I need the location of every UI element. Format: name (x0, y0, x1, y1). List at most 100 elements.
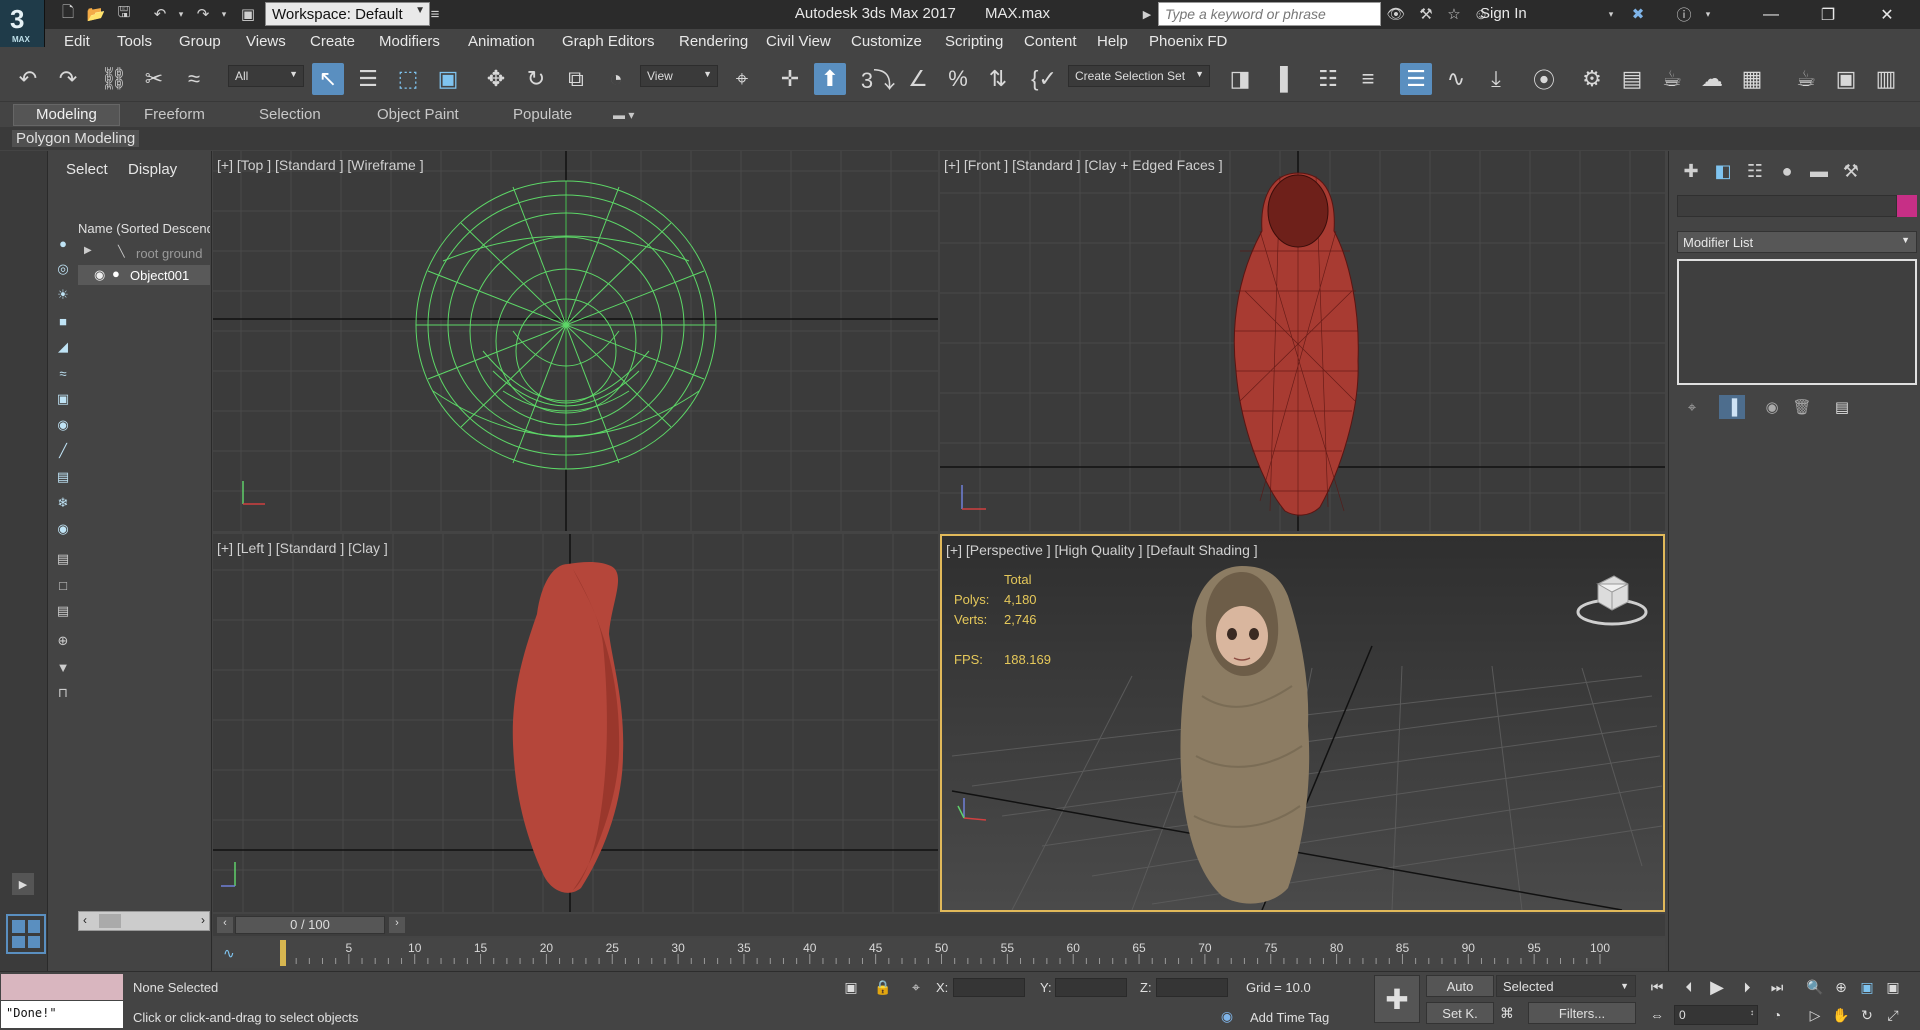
snaps-toggle-icon[interactable]: 3⤵ (861, 63, 895, 95)
next-key-icon[interactable]: ⏵ (1736, 976, 1758, 998)
menu-group[interactable]: Group (179, 33, 221, 50)
modify-tab-icon[interactable]: ◧ (1707, 157, 1739, 185)
help-dropdown-icon[interactable]: ▾ (1697, 3, 1719, 25)
menu-tools[interactable]: Tools (117, 33, 152, 50)
tab-object-paint[interactable]: Object Paint (377, 106, 459, 123)
spinner-snap-icon[interactable]: ⇅ (982, 63, 1014, 95)
schematic-view-icon[interactable]: ⤓ (1480, 63, 1512, 95)
menu-civil-view[interactable]: Civil View (766, 33, 831, 50)
current-frame-field[interactable]: 0 ↕ (1674, 1005, 1758, 1025)
restore-icon[interactable]: ❐ (1805, 0, 1851, 29)
redo-icon[interactable]: ↷ (52, 63, 84, 95)
a360-gallery-icon[interactable]: ▦ (1736, 63, 1768, 95)
render-window-icon[interactable]: ▣ (1830, 63, 1862, 95)
explorer-tab-display[interactable]: Display (128, 161, 177, 178)
render-setup-icon[interactable]: ⚙ (1576, 63, 1608, 95)
set-key-icon[interactable]: ✚ (1374, 975, 1420, 1023)
expand-infocenter-icon[interactable]: ▶ (1136, 3, 1158, 25)
modifier-stack[interactable] (1677, 259, 1917, 385)
window-crossing-icon[interactable]: ▣ (432, 63, 464, 95)
tab-selection[interactable]: Selection (259, 106, 321, 123)
undo-icon[interactable]: ↶ (12, 63, 44, 95)
key-filter-select[interactable]: Selected ▼ (1496, 975, 1636, 997)
viewcube-icon[interactable] (1572, 570, 1652, 634)
bind-space-warp-icon[interactable]: ≈ (178, 63, 210, 95)
containers-filter-icon[interactable]: ▤ (53, 467, 73, 487)
go-to-start-icon[interactable]: ⏮ (1646, 976, 1668, 998)
select-by-name-icon[interactable]: ☰ (352, 63, 384, 95)
space-warps-filter-icon[interactable]: ≈ (53, 363, 73, 383)
cameras-filter-icon[interactable]: ■ (53, 311, 73, 331)
current-frame-marker[interactable] (280, 940, 286, 966)
auto-key-button[interactable]: Auto (1426, 975, 1494, 997)
xrefs-filter-icon[interactable]: ◉ (53, 415, 73, 435)
zoom-icon[interactable]: 🔍 (1804, 976, 1826, 998)
time-slider-thumb[interactable]: 0 / 100 (235, 916, 385, 934)
motion-tab-icon[interactable]: ● (1771, 157, 1803, 185)
pivot-point-center-icon[interactable]: ⌖ (726, 63, 758, 95)
previous-frame-arrow-icon[interactable]: ‹ (217, 917, 233, 933)
object-name-field[interactable] (1677, 195, 1897, 217)
subscription-icon[interactable]: ⚒ (1415, 3, 1437, 25)
hierarchy-icon[interactable]: ⊓ (53, 683, 73, 703)
menu-views[interactable]: Views (246, 33, 286, 50)
filter-funnel-icon[interactable]: ▼ (53, 657, 73, 677)
scroll-right-icon[interactable]: › (201, 913, 205, 927)
menu-rendering[interactable]: Rendering (679, 33, 748, 50)
menu-content[interactable]: Content (1024, 33, 1077, 50)
display-none-icon[interactable]: □ (53, 575, 73, 595)
next-frame-arrow-icon[interactable]: › (389, 917, 405, 933)
show-end-result-icon[interactable]: ▐ (1719, 395, 1745, 419)
maximize-viewport-icon[interactable]: ⤢ (1882, 1004, 1904, 1026)
spinner-icon[interactable]: ↕ (1750, 1008, 1754, 1017)
render-production-icon[interactable]: ☕ (1656, 63, 1688, 95)
viewport-top[interactable]: [+] [Top ] [Standard ] [Wireframe ] (213, 151, 938, 531)
menu-scripting[interactable]: Scripting (945, 33, 1003, 50)
named-selection-set-select[interactable]: Create Selection Set ▼ (1068, 65, 1210, 87)
set-key-button[interactable]: Set K. (1426, 1002, 1494, 1024)
display-all-icon[interactable]: ▤ (53, 549, 73, 569)
viewport-perspective[interactable]: [+] [Perspective ] [High Quality ] [Defa… (940, 534, 1665, 912)
viewport-label-left[interactable]: [+] [Left ] [Standard ] [Clay ] (217, 540, 388, 556)
absolute-mode-transform-icon[interactable]: ⌖ (905, 976, 927, 998)
utilities-tab-icon[interactable]: ⚒ (1835, 157, 1867, 185)
select-and-move-icon[interactable]: ✥ (480, 63, 512, 95)
align-icon[interactable]: ▐ (1264, 63, 1296, 95)
material-editor-icon[interactable]: ⦿ (1528, 63, 1560, 95)
select-and-place-icon[interactable]: ◔ (600, 63, 632, 95)
go-to-end-icon[interactable]: ⏭ (1766, 976, 1788, 998)
remove-modifier-icon[interactable]: 🗑 (1789, 395, 1815, 419)
viewport-layout-icon[interactable] (6, 914, 46, 954)
object-color-swatch[interactable] (1897, 195, 1917, 217)
edit-named-selection-icon[interactable]: {✓ (1028, 63, 1060, 95)
menu-edit[interactable]: Edit (64, 33, 90, 50)
zoom-extents-all-icon[interactable]: ▣ (1882, 976, 1904, 998)
manipulate-icon[interactable]: ✛ (774, 63, 806, 95)
z-coord-field[interactable] (1156, 978, 1228, 997)
add-time-tag-button[interactable]: Add Time Tag (1250, 1010, 1329, 1025)
viewport-label-front[interactable]: [+] [Front ] [Standard ] [Clay + Edged F… (944, 157, 1223, 173)
menu-customize[interactable]: Customize (851, 33, 922, 50)
configure-modifier-sets-icon[interactable]: ▤ (1829, 395, 1855, 419)
menu-help[interactable]: Help (1097, 33, 1128, 50)
modifier-list-select[interactable]: Modifier List ▼ (1677, 231, 1917, 253)
tab-populate[interactable]: Populate (513, 106, 572, 123)
particles-filter-icon[interactable]: ❄ (53, 493, 73, 513)
render-in-cloud-icon[interactable]: ☁ (1696, 63, 1728, 95)
previous-key-icon[interactable]: ⏴ (1678, 976, 1700, 998)
explorer-horizontal-scrollbar[interactable]: ‹ › (78, 911, 210, 931)
ribbon-options-icon[interactable]: ▬ ▾ (613, 108, 634, 122)
expand-layout-tab-icon[interactable]: ▶ (12, 873, 34, 895)
invert-display-icon[interactable]: ▤ (53, 601, 73, 621)
y-coord-field[interactable] (1055, 978, 1127, 997)
play-icon[interactable]: ▶ (1706, 976, 1728, 998)
toolbar-options-icon[interactable]: ▥ (1870, 63, 1902, 95)
keyboard-shortcut-override-icon[interactable]: ⬆ (814, 63, 846, 95)
display-tab-icon[interactable]: ▬ (1803, 157, 1835, 185)
viewport-left[interactable]: [+] [Left ] [Standard ] [Clay ] (213, 534, 938, 912)
menu-graph-editors[interactable]: Graph Editors (562, 33, 655, 50)
scroll-left-icon[interactable]: ‹ (83, 913, 87, 927)
key-mode-toggle-icon[interactable]: ⇔ (1646, 1004, 1668, 1026)
curve-editor-icon[interactable]: ∿ (1440, 63, 1472, 95)
track-bar[interactable]: 0510152025303540455055606570758085909510… (213, 938, 1665, 968)
